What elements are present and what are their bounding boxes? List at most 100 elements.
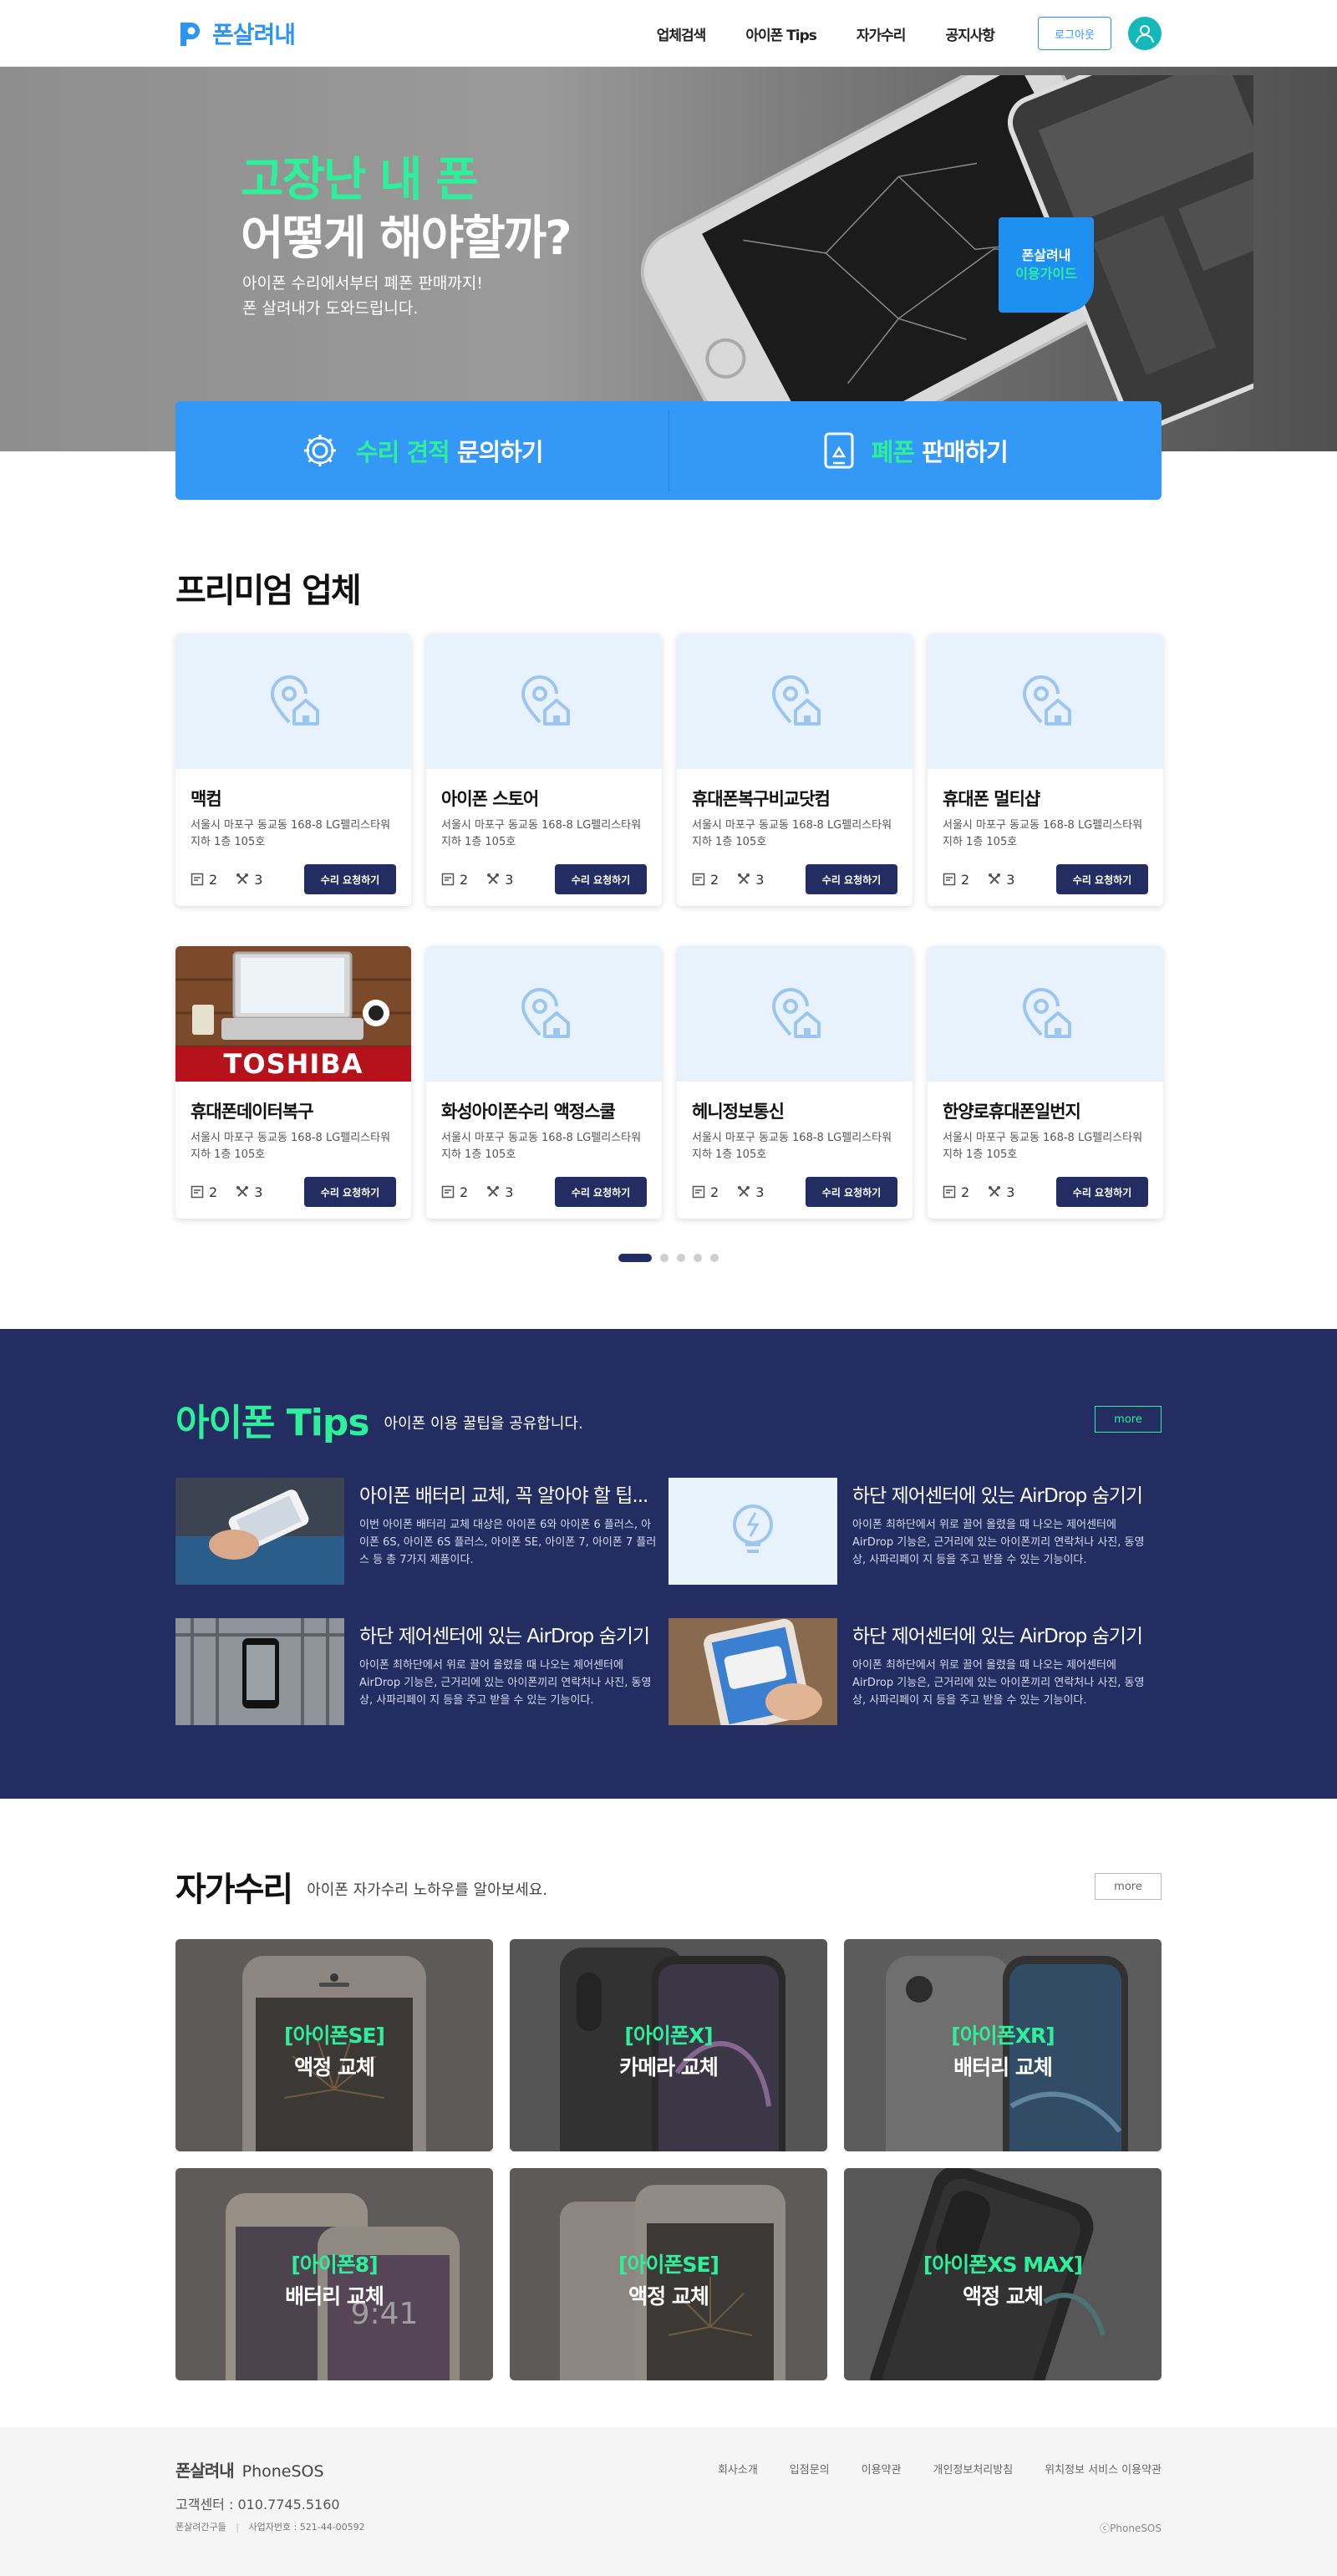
location-home-icon (1022, 675, 1071, 725)
location-home-icon (771, 988, 821, 1038)
page-dot[interactable] (710, 1254, 719, 1262)
shop-name: 헤니정보통신 (692, 1102, 785, 1122)
tip-thumbnail (668, 1478, 837, 1585)
user-icon (1136, 25, 1154, 43)
tools-icon (236, 873, 249, 884)
self-repair-subtitle: 아이폰 자가수리 노하우를 알아보세요. (307, 1881, 548, 1899)
repair-request-button[interactable]: 수리 요청하기 (806, 864, 897, 894)
repair-request-button[interactable]: 수리 요청하기 (1056, 864, 1148, 894)
repair-request-button[interactable]: 수리 요청하기 (555, 864, 647, 894)
repair-model: [아이폰SE] (618, 2253, 719, 2277)
broken-iphone-image (640, 75, 1253, 451)
nav-company-search[interactable]: 업체검색 (657, 23, 707, 44)
shop-name: 휴대폰복구비교닷컴 (692, 789, 831, 809)
location-home-icon (771, 675, 821, 725)
self-repair-title: 자가수리 (175, 1871, 293, 1909)
review-count: 2 (441, 872, 468, 888)
tip-title: 아이폰 배터리 교체, 꼭 알아야 할 팁... (359, 1485, 648, 1507)
shop-card[interactable]: TOSHIBA 휴대폰데이터복구 서울시 마포구 동교동 168-8 LG펠리스타워… (175, 946, 411, 1219)
badge-line2: 이용가이드 (1015, 266, 1077, 282)
repair-request-button[interactable]: 수리 요청하기 (304, 864, 396, 894)
lightbulb-icon (668, 1478, 837, 1585)
sell-phone-button[interactable]: 폐폰 판매하기 (669, 401, 1162, 500)
repair-count-value: 3 (755, 871, 765, 888)
review-count: 2 (692, 872, 719, 888)
tip-thumbnail (668, 1618, 837, 1725)
shop-card[interactable]: 한양로휴대폰일번지 서울시 마포구 동교동 168-8 LG펠리스타워 지하 1층… (928, 946, 1163, 1219)
page-dot[interactable] (618, 1254, 652, 1262)
self-repair-card[interactable]: [아이폰X] 카메라 교체 (510, 1939, 827, 2151)
repair-job: 카메라 교체 (619, 2055, 719, 2080)
shop-address: 서울시 마포구 동교동 168-8 LG펠리스타워 지하 1층 105호 (943, 819, 1143, 848)
tips-grid: 아이폰 배터리 교체, 꼭 알아야 할 팁... 이번 아이폰 배터리 교체 대상… (175, 1478, 1162, 1725)
self-repair-card[interactable]: [아이폰SE] 액정 교체 (175, 1939, 493, 2151)
shop-card[interactable]: 휴대폰복구비교닷컴 서울시 마포구 동교동 168-8 LG펠리스타워 지하 1층… (677, 634, 913, 906)
sell-phone-highlight: 폐폰 (871, 438, 915, 466)
page-dot[interactable] (694, 1254, 702, 1262)
business-number: 사업자번호 : 521-44-00592 (248, 2522, 365, 2533)
hero-subtitle-line2: 폰 살려내가 도와드립니다. (242, 299, 419, 318)
repair-request-button[interactable]: 수리 요청하기 (555, 1177, 647, 1207)
self-repair-more-button[interactable]: more (1095, 1873, 1162, 1900)
footer-link-partnership[interactable]: 입점문의 (790, 2461, 830, 2477)
tip-description: 아이폰 최하단에서 위로 끌어 올렸을 때 나오는 제어센터에 AirDrop … (852, 1519, 1145, 1566)
page-dot[interactable] (660, 1254, 668, 1262)
tips-more-button[interactable]: more (1095, 1406, 1162, 1433)
footer-link-terms[interactable]: 이용약관 (862, 2461, 902, 2477)
repair-count: 3 (236, 1184, 262, 1200)
nav-iphone-tips[interactable]: 아이폰 Tips (745, 23, 817, 44)
repair-model: [아이폰8] (291, 2253, 378, 2277)
page-dot[interactable] (677, 1254, 685, 1262)
footer-link-privacy[interactable]: 개인정보처리방침 (933, 2461, 1013, 2477)
site-header: 폰살려내 업체검색 아이폰 Tips 자가수리 공지사항 로그아웃 (0, 0, 1337, 67)
company-name: 폰살려간구들 (175, 2522, 226, 2533)
user-avatar[interactable] (1128, 17, 1162, 50)
tip-item[interactable]: 아이폰 배터리 교체, 꼭 알아야 할 팁... 이번 아이폰 배터리 교체 대상… (175, 1478, 668, 1585)
iphone-tips-section: 아이폰 Tips 아이폰 이용 꿀팁을 공유합니다. more 아이폰 배터리 … (0, 1329, 1337, 1799)
footer-link-location-terms[interactable]: 위치정보 서비스 이용약관 (1045, 2461, 1162, 2477)
self-repair-section: 자가수리 아이폰 자가수리 노하우를 알아보세요. more [아이폰SE] 액정… (175, 1799, 1162, 2380)
review-count: 2 (692, 1184, 719, 1200)
self-repair-card[interactable]: [아이폰XR] 배터리 교체 (844, 1939, 1162, 2151)
tip-title: 하단 제어센터에 있는 AirDrop 숨기기 (852, 1626, 1143, 1647)
self-repair-card[interactable]: [아이폰SE] 액정 교체 (510, 2168, 827, 2380)
repair-job: 액정 교체 (963, 2284, 1044, 2309)
location-home-icon (270, 675, 319, 725)
self-repair-card[interactable]: 9:41 [아이폰8] 배터리 교체 (175, 2168, 493, 2380)
shop-image-placeholder (175, 634, 411, 769)
tools-icon (989, 873, 1001, 884)
repair-request-button[interactable]: 수리 요청하기 (304, 1177, 396, 1207)
shop-name: 아이폰 스토어 (441, 789, 539, 809)
tip-item[interactable]: 하단 제어센터에 있는 AirDrop 숨기기 아이폰 최하단에서 위로 끌어 올… (668, 1478, 1162, 1585)
repair-request-button[interactable]: 수리 요청하기 (1056, 1177, 1148, 1207)
badge-line1: 폰살려내 (1021, 247, 1071, 263)
repair-request-button[interactable]: 수리 요청하기 (806, 1177, 897, 1207)
site-logo[interactable]: 폰살려내 (175, 17, 296, 50)
shop-address: 서울시 마포구 동교동 168-8 LG펠리스타워 지하 1층 105호 (441, 1132, 642, 1161)
nav-notice[interactable]: 공지사항 (945, 23, 995, 44)
tip-item[interactable]: 하단 제어센터에 있는 AirDrop 숨기기 아이폰 최하단에서 위로 끌어 올… (175, 1618, 668, 1725)
shop-card[interactable]: 맥컴 서울시 마포구 동교동 168-8 LG펠리스타워 지하 1층 105호 2 3… (175, 634, 411, 906)
review-icon (191, 1185, 204, 1199)
logout-button[interactable]: 로그아웃 (1038, 17, 1111, 50)
repair-count-value: 3 (1006, 871, 1015, 888)
footer-link-about[interactable]: 회사소개 (718, 2461, 758, 2477)
tip-description: 아이폰 최하단에서 위로 끌어 올렸을 때 나오는 제어센터에 AirDrop … (359, 1659, 652, 1707)
review-count-value: 2 (460, 1184, 469, 1200)
shop-card[interactable]: 아이폰 스토어 서울시 마포구 동교동 168-8 LG펠리스타워 지하 1층 1… (426, 634, 662, 906)
hero-title-line2: 어떻게 해야할까? (241, 211, 572, 266)
premium-pagination (175, 1254, 1162, 1262)
shop-address: 서울시 마포구 동교동 168-8 LG펠리스타워 지하 1층 105호 (191, 1132, 391, 1161)
repair-count: 3 (737, 1184, 764, 1200)
usage-guide-badge[interactable]: 폰살려내 이용가이드 (999, 217, 1094, 313)
shop-card[interactable]: 화성아이폰수리 액정스쿨 서울시 마포구 동교동 168-8 LG펠리스타워 지하… (426, 946, 662, 1219)
repair-quote-rest: 문의하기 (449, 438, 544, 466)
review-icon (441, 873, 455, 886)
nav-self-repair[interactable]: 자가수리 (857, 23, 907, 44)
repair-quote-button[interactable]: 수리 견적 문의하기 (175, 401, 668, 500)
shop-card[interactable]: 헤니정보통신 서울시 마포구 동교동 168-8 LG펠리스타워 지하 1층 10… (677, 946, 913, 1219)
tip-item[interactable]: 하단 제어센터에 있는 AirDrop 숨기기아이폰 최하단에서 위로 끌어 올… (668, 1618, 1162, 1725)
shop-card[interactable]: 휴대폰 멀티샵 서울시 마포구 동교동 168-8 LG펠리스타워 지하 1층 1… (928, 634, 1163, 906)
self-repair-card[interactable]: [아이폰XS MAX] 액정 교체 (844, 2168, 1162, 2380)
tip-description: 아이폰 최하단에서 위로 끌어 올렸을 때 나오는 제어센터에 AirDrop … (852, 1659, 1145, 1707)
